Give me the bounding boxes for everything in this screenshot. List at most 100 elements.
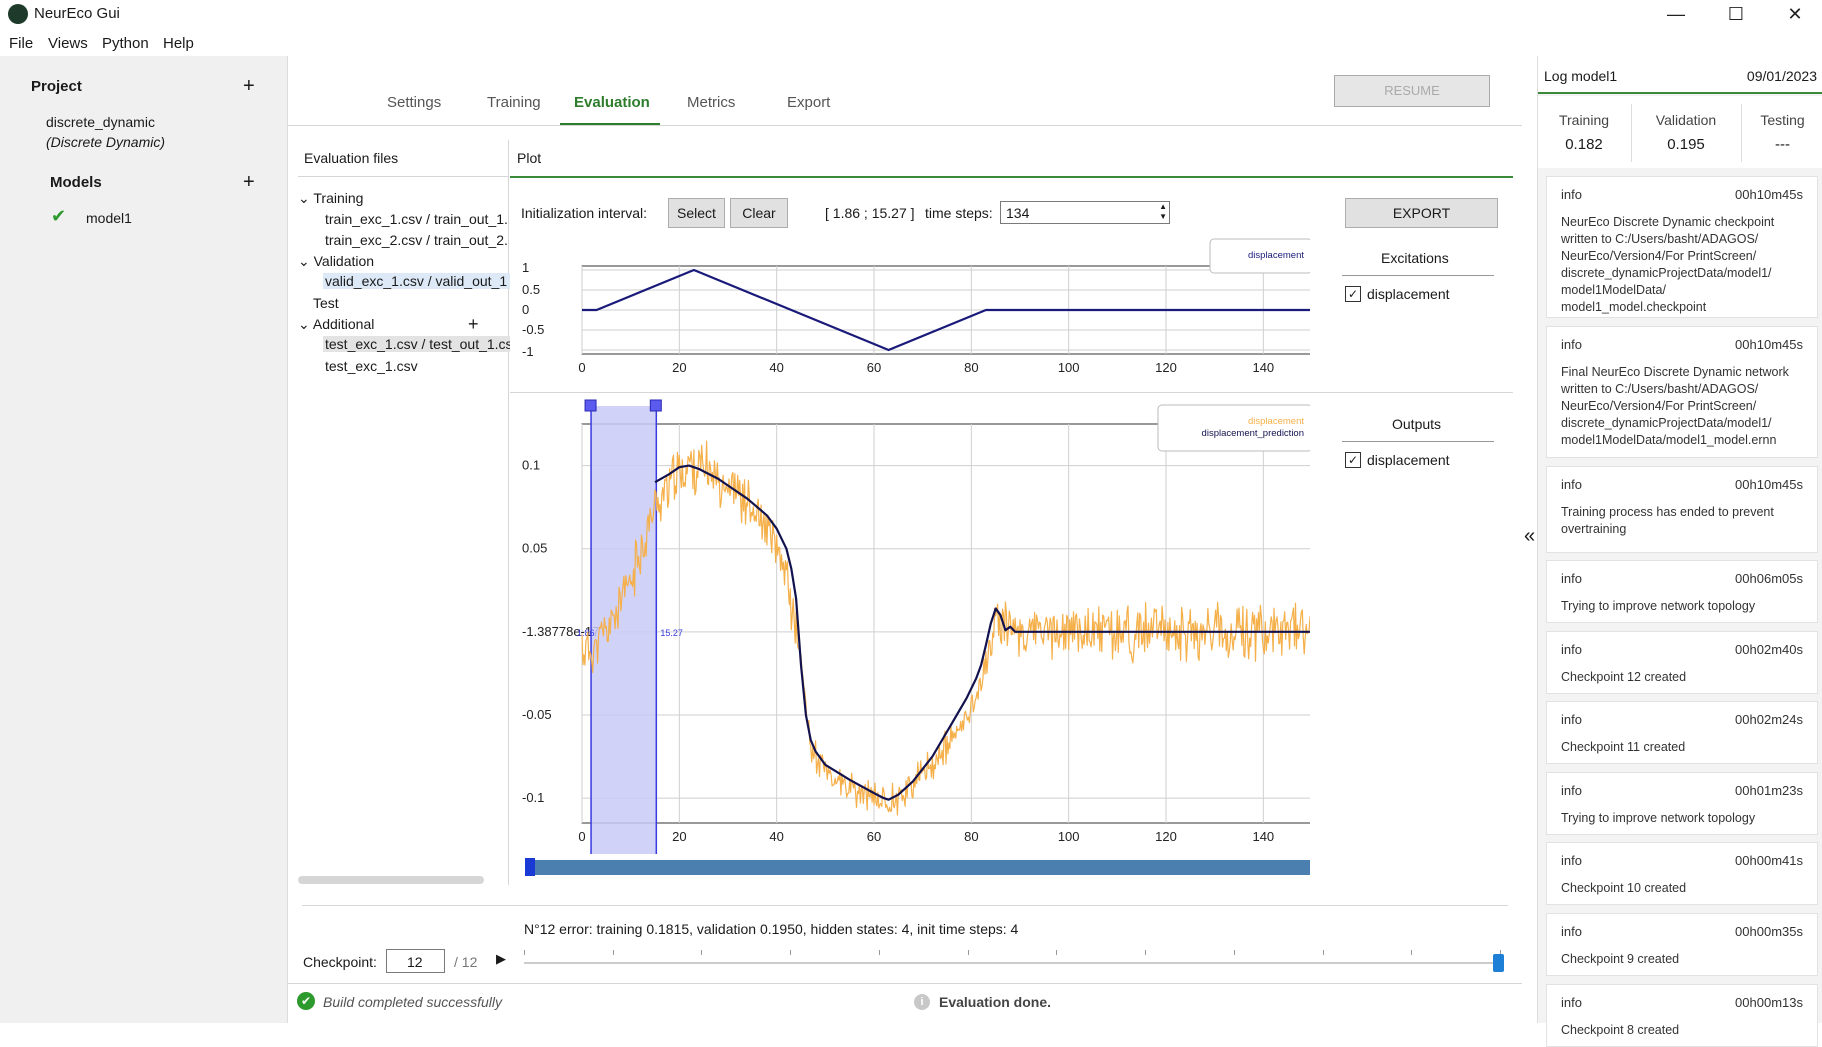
x-tick-label: 0 — [578, 829, 585, 844]
project-header: Project — [31, 78, 82, 95]
file-item[interactable]: train_exc_1.csv / train_out_1. — [325, 211, 508, 227]
tab-export[interactable]: Export — [787, 94, 830, 111]
slider-tick — [1411, 950, 1413, 955]
log-title: Log model1 — [1544, 68, 1618, 84]
log-level: info — [1561, 712, 1582, 727]
x-tick-label: 80 — [964, 360, 978, 375]
log-level: info — [1561, 783, 1582, 798]
x-tick-label: 100 — [1058, 829, 1080, 844]
log-panel: Log model1 09/01/2023 Training 0.182 Val… — [1537, 56, 1822, 1047]
log-message: Final NeurEco Discrete Dynamic network w… — [1561, 365, 1789, 447]
x-tick-label: 20 — [672, 360, 686, 375]
slider-tick — [1056, 950, 1058, 955]
tree-training-group[interactable]: ⌄ Training — [298, 190, 363, 207]
excitation-chart: 0 20 40 60 80 100 120 140 1 0.5 0 -0.5 -1 displacemen… — [522, 238, 1310, 375]
log-entry: info 00h10m45s Training process has ended … — [1546, 466, 1818, 553]
log-level: info — [1561, 924, 1582, 939]
tab-evaluation[interactable]: Evaluation — [574, 94, 650, 111]
excitation-checkbox[interactable]: ✓ — [1345, 286, 1361, 302]
clear-button[interactable]: Clear — [730, 198, 788, 228]
output-checkbox[interactable]: ✓ — [1345, 452, 1361, 468]
metric-training: Training 0.182 — [1558, 112, 1610, 153]
status-divider — [287, 983, 1522, 984]
file-item[interactable]: test_exc_1.csv — [325, 358, 418, 374]
log-time: 00h02m40s — [1735, 642, 1803, 657]
log-message: NeurEco Discrete Dynamic checkpoint writ… — [1561, 215, 1775, 314]
log-time: 00h10m45s — [1735, 477, 1803, 492]
tab-settings[interactable]: Settings — [387, 94, 441, 111]
eval-files-divider — [298, 176, 508, 177]
x-tick-label: 140 — [1252, 360, 1274, 375]
tree-validation-group[interactable]: ⌄ Validation — [298, 253, 374, 270]
add-project-icon[interactable]: + — [243, 76, 255, 96]
info-icon: i — [914, 994, 930, 1010]
menu-python[interactable]: Python — [102, 35, 149, 52]
log-entry: info 00h02m24s Checkpoint 11 created — [1546, 701, 1818, 764]
y-tick-label: 0.1 — [522, 458, 540, 473]
x-tick-label: 100 — [1058, 360, 1080, 375]
menu-bar: File Views Python Help — [0, 32, 400, 56]
check-icon: ✔ — [51, 206, 67, 226]
chevron-down-icon: ⌄ — [298, 253, 310, 269]
slider-tick — [1233, 950, 1235, 955]
output-chart[interactable]: 0 20 40 60 80 100 120 1400.10.05-1.38778e-17-0.… — [510, 398, 1310, 878]
log-message: Checkpoint 10 created — [1561, 881, 1687, 895]
init-interval-label: Initialization interval: — [521, 205, 648, 221]
tab-training[interactable]: Training — [487, 94, 541, 111]
maximize-button[interactable]: ☐ — [1713, 2, 1759, 26]
x-tick-label: 80 — [964, 829, 978, 844]
init-interval-band — [591, 406, 657, 854]
export-button[interactable]: EXPORT — [1345, 198, 1498, 228]
project-name[interactable]: discrete_dynamic — [46, 114, 155, 130]
checkpoint-slider-thumb[interactable] — [1493, 954, 1504, 972]
menu-views[interactable]: Views — [48, 35, 88, 52]
minimize-button[interactable]: — — [1653, 2, 1699, 26]
select-button[interactable]: Select — [668, 198, 725, 228]
tab-metrics[interactable]: Metrics — [687, 94, 735, 111]
checkpoint-slider-track[interactable] — [524, 962, 1500, 964]
y-tick-label: 0.5 — [522, 282, 540, 297]
play-icon[interactable]: ▶ — [496, 951, 506, 967]
tree-test-group[interactable]: Test — [313, 295, 339, 311]
tabs-divider — [287, 125, 1522, 126]
project-panel: Project + discrete_dynamic (Discrete Dyn… — [0, 56, 288, 1023]
spin-arrows-icon[interactable]: ▲ ▼ — [1159, 202, 1167, 222]
timesteps-spinbox[interactable]: 134 ▲ ▼ — [1000, 201, 1170, 224]
checkpoint-slider-ticks — [524, 950, 1501, 960]
add-model-icon[interactable]: + — [243, 172, 255, 192]
log-time: 00h01m23s — [1735, 783, 1803, 798]
close-button[interactable]: ✕ — [1772, 2, 1818, 26]
log-entry: info 00h10m45s Final NeurEco Discrete Dyna… — [1546, 326, 1818, 458]
y-tick-label: 0.05 — [522, 541, 547, 556]
menu-file[interactable]: File — [9, 35, 33, 52]
log-time: 00h02m24s — [1735, 712, 1803, 727]
menu-help[interactable]: Help — [163, 35, 194, 52]
x-tick-label: 40 — [769, 360, 783, 375]
eval-files-header: Evaluation files — [304, 150, 399, 166]
tree-additional-group[interactable]: ⌄ Additional — [298, 316, 374, 333]
file-item-selected[interactable]: valid_exc_1.csv / valid_out_1 — [323, 273, 510, 289]
slider-tick — [1322, 950, 1324, 955]
slider-tick — [790, 950, 792, 955]
log-date: 09/01/2023 — [1746, 68, 1817, 84]
success-icon: ✔ — [297, 992, 315, 1010]
log-entry: info 00h00m41s Checkpoint 10 created — [1546, 842, 1818, 905]
slider-tick — [701, 950, 703, 955]
chart-divider — [510, 392, 1513, 393]
checkpoint-input[interactable]: 12 — [386, 949, 445, 973]
metric-validation: Validation 0.195 — [1655, 112, 1717, 153]
model-item[interactable]: model1 — [86, 210, 132, 226]
resume-button[interactable]: RESUME — [1334, 75, 1490, 107]
files-hscrollbar[interactable] — [298, 876, 484, 884]
log-message: Checkpoint 11 created — [1561, 740, 1686, 754]
log-message: Checkpoint 12 created — [1561, 670, 1687, 684]
log-header: Log model1 09/01/2023 — [1538, 56, 1822, 92]
evaluation-status: Evaluation done. — [939, 994, 1052, 1010]
file-item-highlighted[interactable]: test_exc_1.csv / test_out_1.cs — [323, 336, 510, 352]
window-title: NeurEco Gui — [34, 5, 120, 22]
file-item[interactable]: train_exc_2.csv / train_out_2. — [325, 232, 508, 248]
collapse-panel-icon[interactable]: « — [1524, 525, 1535, 548]
add-file-icon[interactable]: + — [468, 314, 479, 334]
timesteps-label: time steps: — [925, 205, 993, 221]
init-interval-end-handle — [649, 399, 662, 412]
